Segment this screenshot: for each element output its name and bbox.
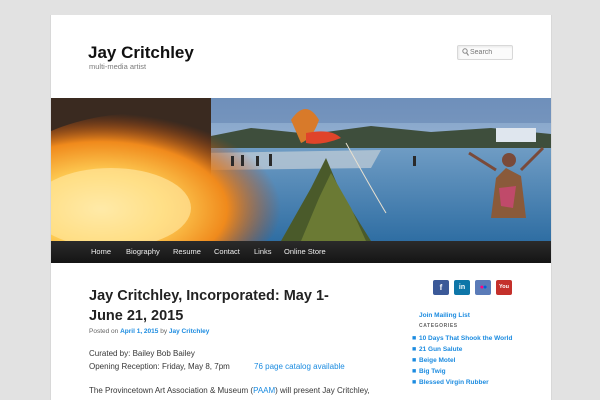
- header-image: [51, 98, 551, 241]
- join-mailing-list-link[interactable]: Join Mailing List: [419, 312, 470, 319]
- post-author-link[interactable]: Jay Critchley: [169, 328, 209, 335]
- search-box[interactable]: [457, 45, 513, 60]
- nav-item-contact[interactable]: Contact: [214, 241, 240, 263]
- categories-list: ■ 10 Days That Shook the World ■ 21 Gun Sa…: [411, 333, 519, 388]
- intro-paragraph: The Provincetown Art Association & Museu…: [89, 386, 370, 395]
- list-item: ■ 21 Gun Salute: [411, 344, 519, 355]
- category-link[interactable]: 10 Days That Shook the World: [419, 335, 512, 342]
- main-navigation: Home Biography Resume Contact Links Onli…: [51, 241, 551, 263]
- catalog-link[interactable]: 76 page catalog available: [254, 362, 345, 371]
- categories-heading: CATEGORIES: [419, 323, 458, 329]
- youtube-icon[interactable]: You: [496, 280, 512, 295]
- bullet-icon: ■: [412, 379, 417, 386]
- reception-line: Opening Reception: Friday, May 8, 7pm: [89, 362, 230, 371]
- bullet-icon: ■: [412, 346, 417, 353]
- paam-link[interactable]: PAAM: [253, 386, 275, 395]
- category-link[interactable]: Beige Motel: [419, 357, 455, 364]
- bullet-icon: ■: [412, 335, 417, 342]
- site-title[interactable]: Jay Critchley: [88, 43, 194, 63]
- bullet-icon: ■: [412, 357, 417, 364]
- post-date-link[interactable]: April 1, 2015: [120, 328, 158, 335]
- bullet-icon: ■: [412, 368, 417, 375]
- category-link[interactable]: Big Twig: [419, 368, 446, 375]
- curated-line: Curated by: Bailey Bob Bailey: [89, 349, 195, 358]
- intro-text-end: ) will present Jay Critchley,: [275, 386, 370, 395]
- linkedin-icon[interactable]: in: [454, 280, 470, 295]
- intro-text-start: The Provincetown Art Association & Museu…: [89, 386, 254, 395]
- category-link[interactable]: Blessed Virgin Rubber: [419, 379, 489, 386]
- page: Jay Critchley multi-media artist Search …: [50, 15, 552, 400]
- post-meta: Posted on April 1, 2015 by Jay Critchley: [89, 328, 209, 335]
- nav-item-home[interactable]: Home: [91, 241, 111, 263]
- list-item: ■ Beige Motel: [411, 355, 519, 366]
- by-label: by: [160, 328, 168, 335]
- search-input[interactable]: [470, 47, 510, 57]
- site-description: multi-media artist: [89, 62, 147, 71]
- nav-item-resume[interactable]: Resume: [173, 241, 201, 263]
- list-item: ■ 10 Days That Shook the World: [411, 333, 519, 344]
- facebook-icon[interactable]: f: [433, 280, 449, 295]
- flickr-icon[interactable]: ●●: [475, 280, 491, 295]
- list-item: ■ Blessed Virgin Rubber: [411, 377, 519, 388]
- category-link[interactable]: 21 Gun Salute: [419, 346, 462, 353]
- post-title[interactable]: Jay Critchley, Incorporated: May 1-June …: [89, 286, 339, 326]
- nav-item-biography[interactable]: Biography: [126, 241, 160, 263]
- list-item: ■ Big Twig: [411, 366, 519, 377]
- nav-item-online-store[interactable]: Online Store: [284, 241, 326, 263]
- search-icon: [462, 48, 469, 56]
- nav-item-links[interactable]: Links: [254, 241, 272, 263]
- posted-on-label: Posted on: [89, 328, 119, 335]
